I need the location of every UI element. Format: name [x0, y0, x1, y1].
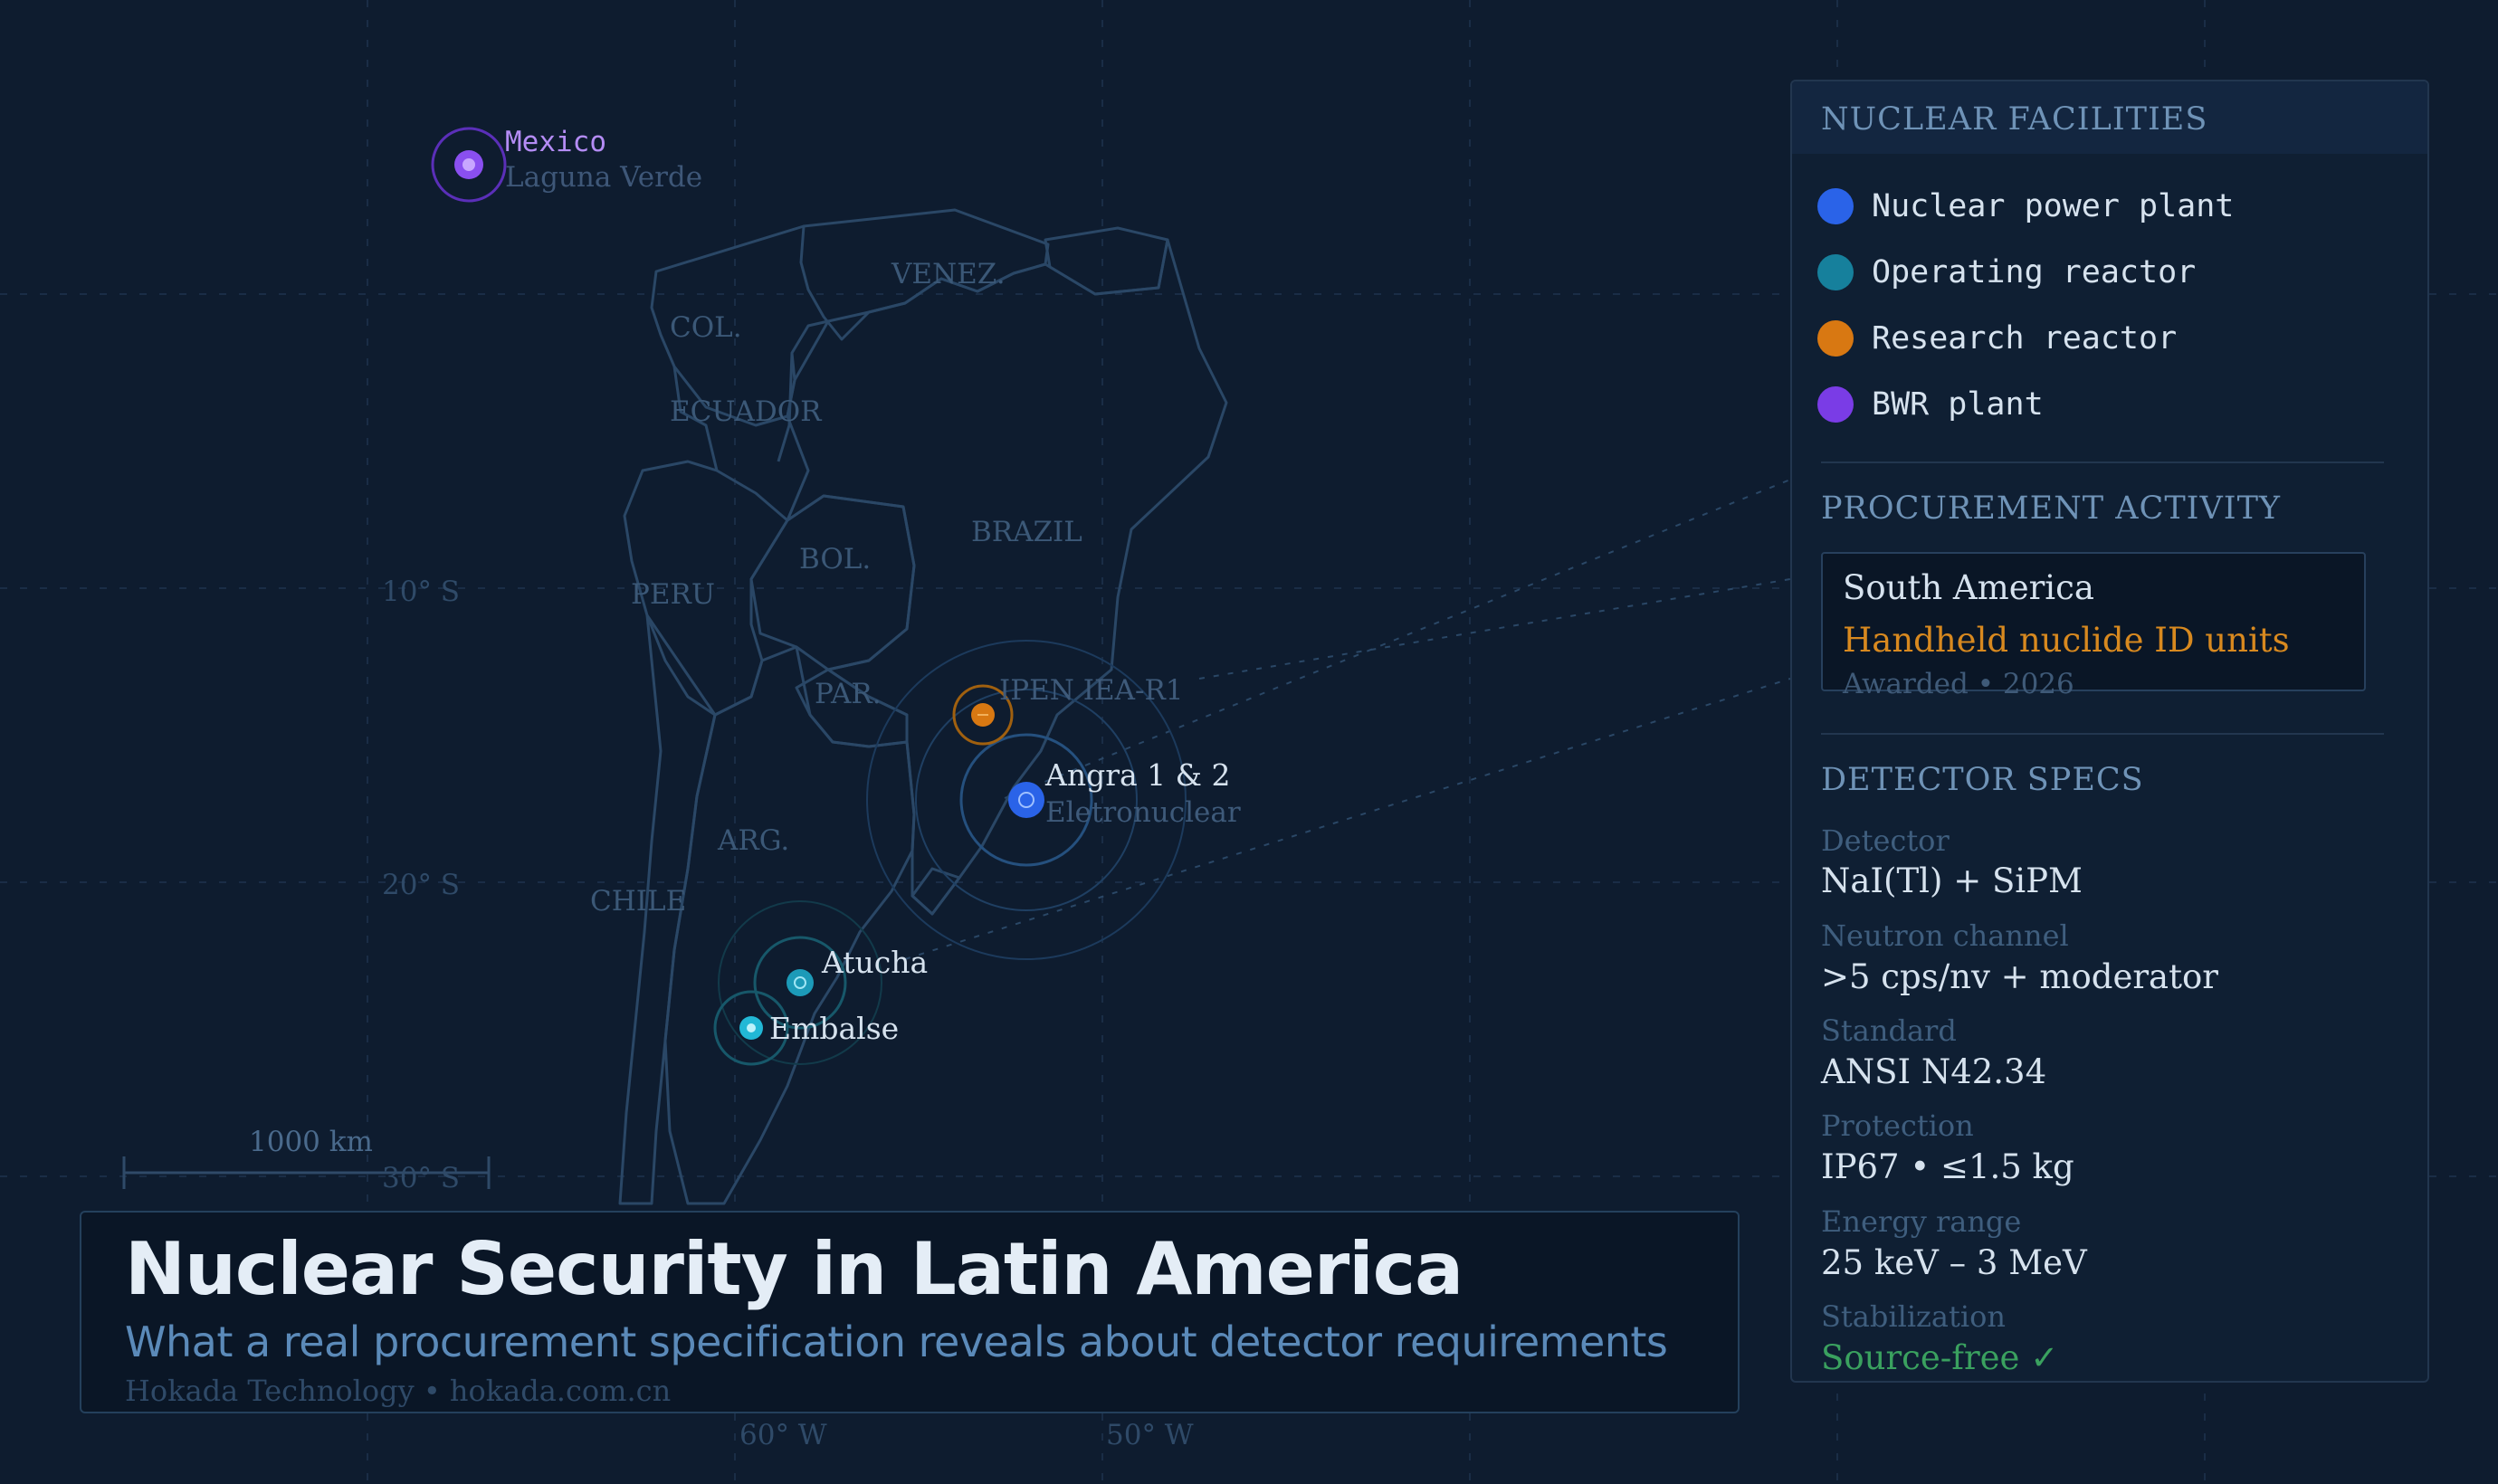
country-labels: VENEZ. COL. ECUADOR PERU BOL. BRAZIL PAR…: [590, 258, 1082, 918]
country-label: PAR.: [815, 678, 882, 710]
guianas-outline: [1044, 226, 1169, 296]
title-box: Nuclear Security in Latin America What a…: [80, 1211, 1740, 1413]
procurement-meta: Awarded • 2026: [1843, 668, 2074, 700]
spec-label: Detector: [1821, 823, 1950, 858]
legend-dot: [1817, 188, 1854, 224]
procurement-card[interactable]: South America Handheld nuclide ID units …: [1821, 552, 2366, 700]
country-label: PERU: [631, 578, 715, 611]
page-subtitle: What a real procurement specification re…: [125, 1318, 1668, 1366]
divider: [1821, 461, 2384, 463]
country-label: CHILE: [590, 885, 686, 918]
country-label: BOL.: [799, 543, 871, 576]
site-ipen-iea-r1[interactable]: IPEN IEA-R1: [952, 674, 1184, 746]
spec-label: Stabilization: [1821, 1299, 2006, 1334]
site-embalse[interactable]: Embalse: [713, 990, 899, 1066]
spec-value: ANSI N42.34: [1821, 1052, 2047, 1091]
divider: [1821, 733, 2384, 735]
spec-value: >5 cps/nv + moderator: [1821, 957, 2218, 996]
legend-label: BWR plant: [1872, 386, 2044, 423]
spec-value: IP67 • ≤1.5 kg: [1821, 1147, 2074, 1186]
country-label: VENEZ.: [891, 258, 1006, 290]
procurement-title: PROCUREMENT ACTIVITY: [1821, 490, 2282, 527]
legend-item-operating[interactable]: Operating reactor: [1817, 252, 2196, 292]
country-label: ARG.: [717, 824, 789, 857]
lon-label: 50° W: [1106, 1419, 1194, 1451]
procurement-item: Handheld nuclide ID units: [1843, 621, 2290, 660]
lat-label: 30° S: [382, 1162, 460, 1194]
spec-label: Standard: [1821, 1013, 1957, 1048]
spec-value: NaI(Tl) + SiPM: [1821, 861, 2083, 900]
site-label: Atucha: [821, 945, 928, 980]
legend-item-research[interactable]: Research reactor: [1817, 319, 2177, 358]
legend-dot: [1817, 254, 1854, 290]
country-borders: [618, 208, 1228, 1205]
argentina-outline: [663, 645, 916, 1205]
scale-label: 1000 km: [249, 1126, 373, 1158]
specs-title: DETECTOR SPECS: [1821, 762, 2144, 798]
connector-lines: [904, 479, 1791, 960]
legend-label: Operating reactor: [1872, 254, 2197, 290]
country-label: COL.: [670, 311, 742, 344]
site-label: IPEN IEA-R1: [999, 674, 1184, 707]
spec-value-stabilization: Source-free ✓: [1821, 1338, 2059, 1377]
spec-label: Energy range: [1821, 1204, 2022, 1239]
info-panel: NUCLEAR FACILITIES Nuclear power plant O…: [1790, 80, 2429, 1383]
credit-line: Hokada Technology • hokada.com.cn: [125, 1374, 672, 1408]
legend-label: Research reactor: [1872, 320, 2178, 357]
site-label: Embalse: [769, 1011, 899, 1046]
legend-dot: [1817, 386, 1854, 423]
site-sublabel: Eletronuclear: [1045, 796, 1241, 829]
uruguay-outline: [911, 867, 961, 916]
lon-label: 60° W: [739, 1419, 827, 1451]
site-label: Angra 1 & 2: [1044, 757, 1231, 793]
spec-label: Neutron channel: [1821, 918, 2069, 953]
country-label: BRAZIL: [971, 516, 1082, 548]
spec-value: 25 keV – 3 MeV: [1821, 1243, 2087, 1282]
lat-label: 10° S: [382, 576, 460, 608]
procurement-region: South America: [1843, 568, 2094, 607]
legend-item-npp[interactable]: Nuclear power plant: [1817, 186, 2234, 226]
spec-label: Protection: [1821, 1108, 1974, 1143]
legend-label: Nuclear power plant: [1872, 188, 2235, 224]
site-laguna-verde[interactable]: Mexico Laguna Verde: [431, 126, 702, 203]
country-label: ECUADOR: [670, 395, 823, 428]
facilities-title: NUCLEAR FACILITIES: [1821, 101, 2208, 138]
site-label: Mexico: [505, 126, 606, 158]
legend-dot: [1817, 320, 1854, 357]
site-sublabel: Laguna Verde: [505, 161, 702, 194]
legend-item-bwr[interactable]: BWR plant: [1817, 385, 2044, 424]
lat-label: 20° S: [382, 869, 460, 901]
page-title: Nuclear Security in Latin America: [125, 1227, 1464, 1311]
